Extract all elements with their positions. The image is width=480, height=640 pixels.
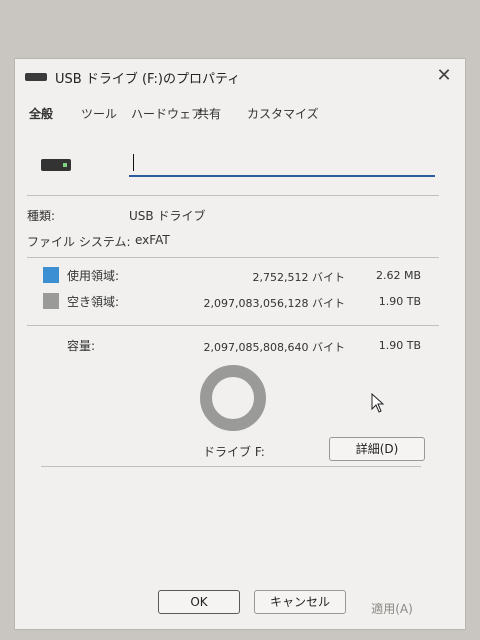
drive-letter-label: ドライブ F: [203, 445, 265, 459]
used-space-label: 使用領域: [67, 269, 120, 283]
drive-icon [41, 159, 71, 171]
divider-bottom [41, 466, 421, 467]
window-title: USB ドライブ (F:)のプロパティ [55, 72, 241, 87]
tab-general[interactable]: 全般 [29, 105, 53, 122]
tab-sharing[interactable]: 共有 [197, 105, 221, 122]
tab-hardware[interactable]: ハードウェア [131, 105, 203, 122]
tab-customize[interactable]: カスタマイズ [247, 105, 319, 122]
cancel-button[interactable]: キャンセル [254, 590, 346, 614]
free-space-bytes: 2,097,083,056,128 バイト [203, 297, 345, 310]
free-space-size: 1.90 TB [378, 295, 421, 308]
used-space-size: 2.62 MB [375, 269, 421, 282]
text-caret [133, 154, 134, 171]
filesystem-value: exFAT [135, 233, 170, 247]
drive-name-input[interactable] [129, 151, 435, 177]
usage-ring-chart [199, 364, 267, 432]
divider-middle [27, 257, 439, 258]
capacity-size: 1.90 TB [378, 339, 421, 352]
detail-button[interactable]: 詳細(D) [329, 437, 425, 461]
close-button[interactable]: ✕ [431, 63, 457, 89]
type-value: USB ドライブ [129, 209, 206, 223]
free-space-swatch [43, 293, 59, 309]
type-label: 種類: [27, 209, 56, 223]
divider-top [27, 195, 439, 196]
capacity-label: 容量: [67, 339, 96, 353]
filesystem-label: ファイル システム: [27, 235, 131, 249]
used-space-bytes: 2,752,512 バイト [252, 271, 345, 284]
title-bar: USB ドライブ (F:)のプロパティ ✕ [15, 59, 465, 93]
capacity-bytes: 2,097,085,808,640 バイト [203, 341, 345, 354]
usb-drive-icon [25, 73, 47, 81]
tab-tools[interactable]: ツール [81, 105, 117, 122]
properties-dialog: USB ドライブ (F:)のプロパティ ✕ 全般 ツール ハードウェア 共有 カ… [14, 58, 466, 630]
mouse-pointer-icon [371, 393, 385, 413]
free-space-ring [200, 365, 266, 431]
apply-button[interactable]: 適用(A) [361, 597, 423, 621]
free-space-label: 空き領域: [67, 295, 120, 309]
used-space-swatch [43, 267, 59, 283]
divider-capacity [27, 325, 439, 326]
ok-button[interactable]: OK [158, 590, 240, 614]
